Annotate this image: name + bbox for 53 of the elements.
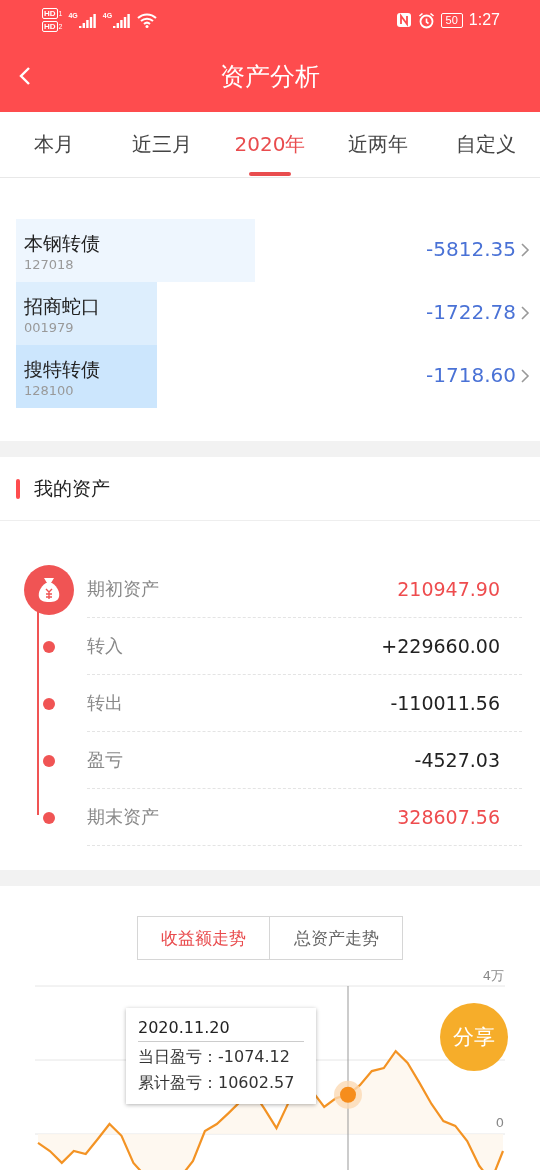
period-tab[interactable]: 近两年: [324, 112, 432, 177]
loss-amount: -1718.60: [426, 363, 516, 387]
timeline-dot: [42, 697, 55, 710]
timeline-dot: [42, 754, 55, 767]
trend-tab[interactable]: 总资产走势: [270, 916, 403, 960]
tooltip-date: 2020.11.20: [138, 1018, 304, 1042]
tooltip-line: 当日盈亏：-1074.12: [138, 1047, 291, 1068]
chevron-icon[interactable]: [520, 305, 530, 321]
loss-amount: -1722.78: [426, 300, 516, 324]
period-tab[interactable]: 本月: [0, 112, 108, 177]
section-title: 我的资产: [34, 475, 110, 501]
signal-icon: [113, 12, 132, 28]
asset-label: 转出: [87, 691, 123, 715]
period-tab[interactable]: 自定义: [432, 112, 540, 177]
battery-indicator: 50: [440, 12, 463, 28]
timeline-dot: [42, 811, 55, 824]
security-code: 001979: [24, 320, 74, 335]
alarm-icon: [417, 11, 435, 29]
nfc-icon: [395, 12, 412, 28]
security-code: 128100: [24, 383, 74, 398]
asset-label: 期末资产: [87, 805, 159, 829]
back-icon[interactable]: [18, 66, 32, 86]
chevron-icon[interactable]: [520, 242, 530, 258]
axis-label: 0: [495, 1115, 504, 1130]
section-marker: [16, 478, 20, 499]
security-code: 127018: [24, 257, 74, 272]
highlight-point: [334, 1080, 362, 1109]
asset-value: 210947.90: [397, 578, 500, 600]
axis-label: 4万: [482, 967, 504, 985]
signal-icon: [78, 12, 97, 28]
money-bag-icon: [23, 564, 74, 615]
timeline-dot: [42, 640, 55, 653]
chevron-icon[interactable]: [520, 368, 530, 384]
asset-label: 转入: [87, 634, 123, 658]
wifi-icon: [137, 12, 158, 28]
security-name: 招商蛇口: [24, 294, 100, 319]
trend-tab[interactable]: 收益额走势: [137, 916, 270, 960]
page-title: 资产分析: [220, 60, 320, 93]
asset-value: 328607.56: [397, 806, 500, 828]
tooltip-line: 累计盈亏：10602.57: [138, 1073, 296, 1094]
asset-label: 期初资产: [87, 577, 159, 601]
hd-badge: HD: [42, 21, 58, 32]
hd-badge: HD: [42, 8, 58, 19]
security-name: 搜特转债: [24, 357, 100, 382]
loss-amount: -5812.35: [426, 237, 516, 261]
period-tab[interactable]: 2020年: [216, 112, 324, 177]
asset-value: -4527.03: [414, 749, 500, 771]
status-time: 1:27: [468, 11, 500, 29]
asset-value: -110011.56: [390, 692, 500, 714]
security-name: 本钢转债: [24, 231, 100, 256]
asset-value: +229660.00: [381, 635, 500, 657]
period-tab[interactable]: 近三月: [108, 112, 216, 177]
asset-label: 盈亏: [87, 748, 123, 772]
